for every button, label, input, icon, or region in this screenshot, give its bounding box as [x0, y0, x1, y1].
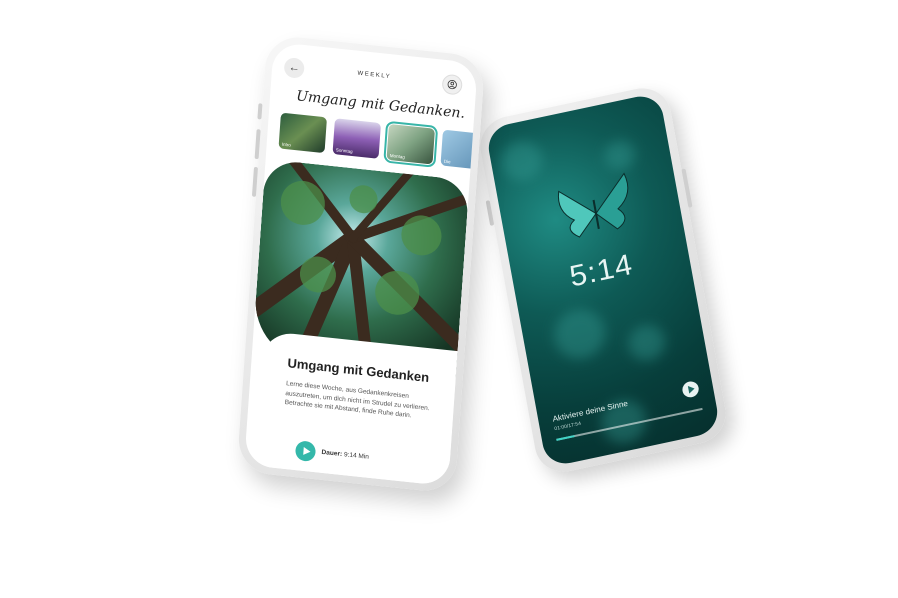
thumb-intro[interactable]: Intro	[278, 112, 327, 154]
volume-button	[485, 200, 495, 226]
mute-switch	[257, 103, 263, 120]
thumb-label: Montag	[389, 153, 405, 160]
volume-down-button	[251, 166, 259, 197]
power-button	[681, 168, 693, 208]
lock-clock: 5:14	[567, 248, 636, 294]
butterfly-icon	[557, 172, 629, 238]
app-screen: ← WEEKLY Umgang mit Gedanken. Intro Sonn…	[244, 41, 478, 487]
thumb-label: Sonntag	[335, 147, 353, 155]
phone-right: 5:14 Aktiviere deine Sinne 01:00/17:54	[475, 82, 731, 478]
duration: Dauer: 9:14 Min	[321, 449, 369, 461]
mockup-stage: 5:14 Aktiviere deine Sinne 01:00/17:54 ←…	[0, 0, 898, 598]
volume-up-button	[254, 129, 261, 160]
duration-label: Dauer:	[321, 448, 343, 458]
thumb-sonntag[interactable]: Sonntag	[332, 118, 381, 159]
user-circle-icon	[447, 79, 457, 90]
progress-fill	[556, 435, 575, 441]
profile-button[interactable]	[441, 73, 463, 96]
thumb-montag[interactable]: Montag	[383, 120, 439, 168]
thumb-next[interactable]: Die	[440, 129, 478, 171]
thumb-label: Die	[443, 158, 451, 165]
play-button[interactable]	[681, 379, 700, 399]
phone-left: ← WEEKLY Umgang mit Gedanken. Intro Sonn…	[236, 34, 486, 494]
lock-screen: 5:14 Aktiviere deine Sinne 01:00/17:54	[484, 92, 722, 468]
content-card: Umgang mit Gedanken Lerne diese Woche, a…	[253, 330, 458, 487]
card-description: Lerne diese Woche, aus Gedankenkreisen a…	[284, 380, 430, 420]
thumb-label: Intro	[281, 141, 291, 148]
play-button[interactable]	[294, 440, 317, 463]
duration-value: 9:14 Min	[343, 451, 370, 461]
